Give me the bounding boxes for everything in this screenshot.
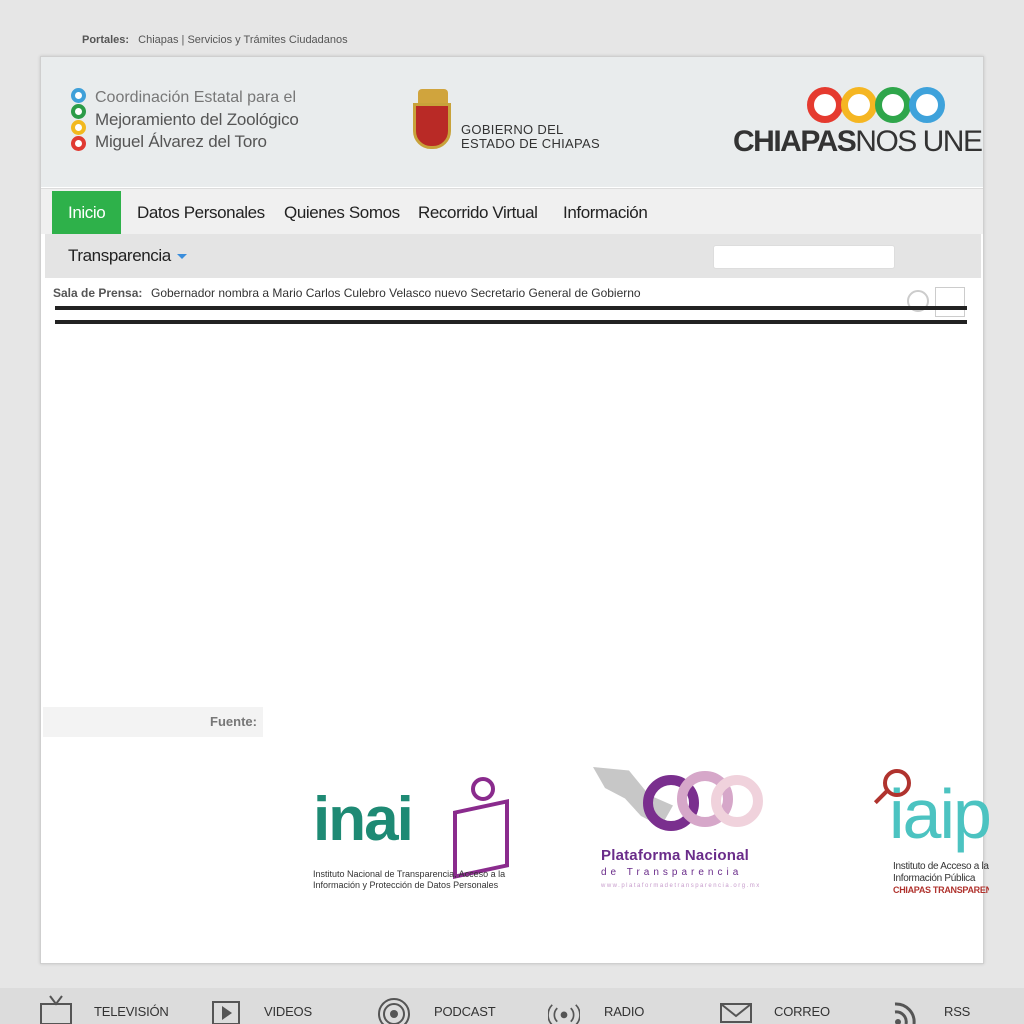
inai-caption-line2: Información y Protección de Datos Person…	[313, 880, 499, 890]
org-name-line3: Miguel Álvarez del Toro	[95, 132, 267, 151]
blue-dot-icon	[71, 88, 86, 103]
podcast-icon	[378, 998, 410, 1024]
footer-label-television: TELEVISIÓN	[94, 1004, 169, 1019]
pnt-title: Plataforma Nacional	[601, 847, 750, 864]
inai-logo[interactable]: inai Instituto Nacional de Transparencia…	[313, 767, 523, 897]
press-label: Sala de Prensa:	[53, 286, 143, 300]
brand-bold: CHIAPAS	[733, 125, 857, 158]
gobierno-line1: GOBIERNO DEL	[461, 122, 564, 137]
mail-icon	[720, 1003, 752, 1023]
nav-item-recorrido-virtual[interactable]: Recorrido Virtual	[418, 191, 538, 235]
footer-label-radio: RADIO	[604, 1004, 645, 1019]
light-swirl-icon	[711, 775, 763, 827]
green-dot-icon	[71, 104, 86, 119]
divider-top	[55, 306, 967, 310]
nav-item-quienes-somos[interactable]: Quienes Somos	[284, 191, 400, 235]
play-icon	[212, 1001, 240, 1024]
inai-figure-icon	[453, 777, 509, 879]
transparencia-menu[interactable]: Transparencia	[68, 234, 187, 278]
org-name[interactable]: Coordinación Estatal para el Mejoramient…	[95, 87, 299, 153]
footer-label-rss: RSS	[944, 1004, 971, 1019]
tv-icon	[40, 995, 72, 1024]
nav-item-datos-personales[interactable]: Datos Personales	[137, 191, 265, 235]
inai-caption: Instituto Nacional de Transparencia, Acc…	[313, 869, 505, 891]
fuente-label: Fuente:	[43, 707, 263, 737]
inai-caption-line1: Instituto Nacional de Transparencia, Acc…	[313, 869, 506, 879]
green-ring-icon	[875, 87, 911, 123]
footer-label-correo: CORREO	[774, 1004, 830, 1019]
radio-icon	[548, 1004, 580, 1024]
magnifier-handle-icon	[873, 789, 889, 805]
nav-item-inicio[interactable]: Inicio	[52, 191, 122, 235]
iaip-caption: Instituto de Acceso a la Información Púb…	[893, 861, 989, 885]
media-footer: TELEVISIÓN VIDEOS PODCAST RADIO CORREO R…	[0, 988, 1024, 1024]
crown-icon	[418, 89, 448, 103]
pnt-url: www.plataformadetransparencia.org.mx	[601, 883, 761, 889]
gobierno-text: GOBIERNO DEL ESTADO DE CHIAPAS	[461, 123, 600, 151]
coat-of-arms-icon	[413, 103, 451, 149]
portales-bar: Portales: Chiapas | Servicios y Trámites…	[82, 34, 348, 46]
red-ring-icon	[807, 87, 843, 123]
blue-ring-icon	[909, 87, 945, 123]
partner-logos: inai Instituto Nacional de Transparencia…	[41, 757, 989, 907]
nav-item-informacion[interactable]: Información	[563, 191, 648, 235]
footer-label-podcast: PODCAST	[434, 1004, 496, 1019]
sub-nav: Transparencia	[45, 234, 981, 278]
press-headline[interactable]: Gobernador nombra a Mario Carlos Culebro…	[151, 281, 641, 305]
iaip-caption-line2: Información Pública	[893, 873, 976, 884]
site-header: Coordinación Estatal para el Mejoramient…	[41, 57, 983, 187]
press-ticker: Sala de Prensa: Gobernador nombra a Mari…	[45, 281, 981, 305]
search-input[interactable]	[713, 245, 895, 269]
chiapas-nos-une-logo[interactable]: CHIAPASNOS UNE	[733, 87, 983, 158]
yellow-dot-icon	[71, 120, 86, 135]
pnt-subtitle: de Transparencia	[601, 867, 743, 878]
page-frame: Coordinación Estatal para el Mejoramient…	[40, 56, 989, 964]
slider-toggle-button[interactable]	[935, 287, 965, 317]
yellow-ring-icon	[841, 87, 877, 123]
divider-bottom	[55, 320, 967, 324]
gobierno-line2: ESTADO DE CHIAPAS	[461, 136, 600, 151]
plataforma-nacional-logo[interactable]: Plataforma Nacional de Transparencia www…	[593, 767, 783, 897]
slider-controls	[907, 287, 965, 317]
brand-light: NOS UNE	[855, 125, 983, 158]
iaip-logo[interactable]: iaip Instituto de Acceso a la Informació…	[869, 767, 989, 897]
rss-icon	[894, 1002, 916, 1024]
portales-links[interactable]: Chiapas | Servicios y Trámites Ciudadano…	[138, 34, 348, 46]
org-name-line1: Coordinación Estatal para el	[95, 89, 297, 106]
org-name-line2: Mejoramiento del Zoológico	[95, 110, 299, 129]
iaip-caption-line1: Instituto de Acceso a la	[893, 861, 989, 872]
footer-label-videos: VIDEOS	[264, 1004, 312, 1019]
main-nav: Inicio Datos Personales Quienes Somos Re…	[41, 188, 983, 235]
inai-word: inai	[313, 785, 414, 854]
brand-text: CHIAPASNOS UNE	[733, 125, 983, 159]
portales-label: Portales:	[82, 34, 130, 46]
red-dot-icon	[71, 136, 86, 151]
org-logo-dots	[71, 88, 86, 152]
caret-down-icon	[176, 254, 187, 260]
transparencia-label: Transparencia	[68, 246, 171, 265]
iaip-tagline: CHIAPAS TRANSPARENTE	[893, 885, 989, 895]
